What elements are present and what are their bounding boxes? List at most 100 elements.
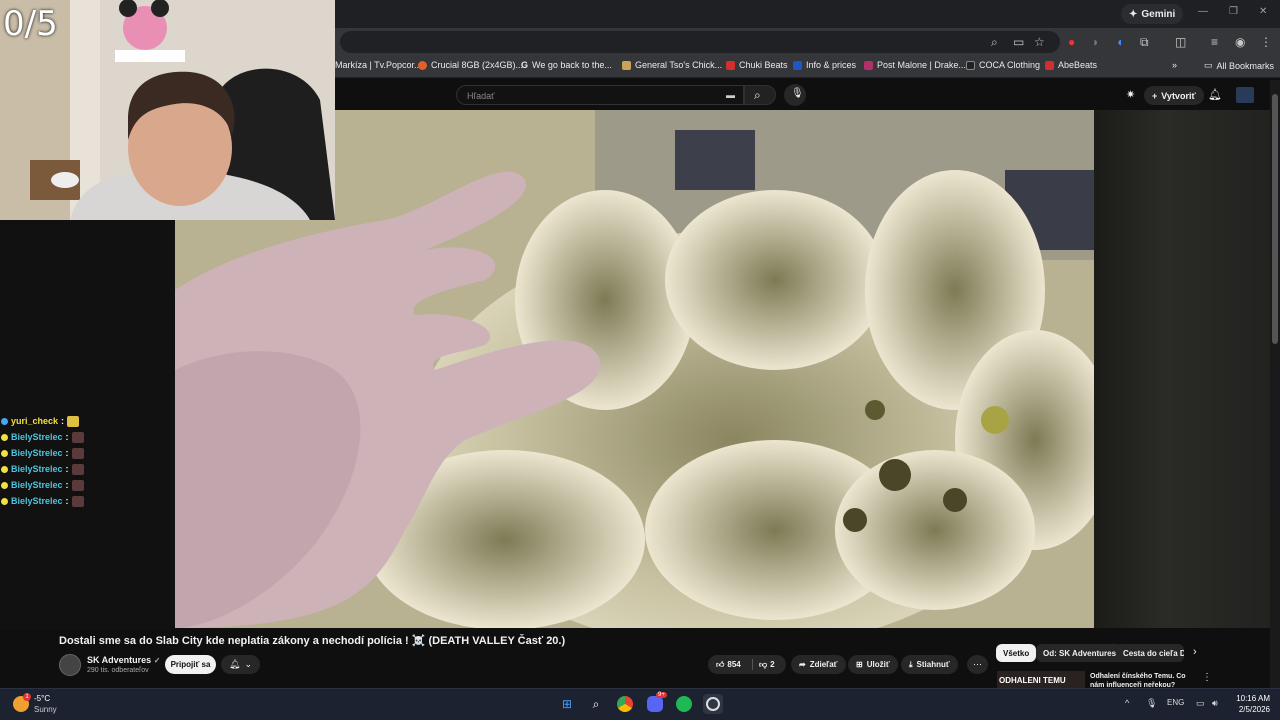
recommended-title[interactable]: Odhalení čínského Temu. Co nám influence… [1090, 672, 1190, 688]
bookmark-item[interactable]: Crucial 8GB (2x4GB)... [418, 60, 523, 70]
keyboard-icon[interactable]: ▬ [726, 90, 735, 100]
sidepanel-icon[interactable]: ◫ [1175, 35, 1186, 49]
minimize-icon[interactable]: — [1198, 6, 1208, 17]
temperature: -5°C [34, 694, 51, 703]
sparkle-icon[interactable]: ✷ [1126, 88, 1135, 101]
weather-description: Sunny [34, 705, 57, 714]
share-button[interactable]: ➦ Zdieľať [791, 655, 846, 674]
bookmark-item[interactable]: G We go back to the... [521, 60, 612, 70]
voice-search-button[interactable]: 🎙 [784, 84, 806, 106]
verified-icon: ✓ [153, 656, 161, 665]
volume-icon[interactable]: 🔊︎ [1212, 698, 1218, 709]
chat-badge-icon [1, 449, 8, 457]
stream-chat: yuri_check : BielyStrelec : BielyStrelec… [1, 413, 171, 509]
obs-icon[interactable] [703, 694, 723, 714]
download-button[interactable]: ⤓ Stiahnuť [901, 655, 958, 674]
save-playlist-icon: ⊞ [856, 660, 863, 669]
extension-red-icon[interactable]: ● [1068, 35, 1075, 49]
windows-start-icon[interactable]: ⊞ [557, 694, 577, 714]
notifications-bell-icon[interactable]: 🔔︎ [1208, 88, 1222, 101]
search-button[interactable]: ⌕ [744, 85, 776, 105]
bookmark-item[interactable]: Chuki Beats [726, 60, 788, 70]
menu-dots-icon[interactable]: ⋮ [1260, 35, 1272, 49]
zoom-icon[interactable]: ⌕ [991, 35, 998, 49]
gemini-button[interactable]: ✦ Gemini [1121, 4, 1184, 24]
extension-gray-icon[interactable]: ◗ [1092, 35, 1099, 49]
more-actions-icon[interactable]: ⋯ [967, 655, 988, 674]
close-icon[interactable]: ✕ [1259, 6, 1267, 17]
chat-badge-icon [1, 433, 8, 441]
chip-playlist[interactable]: Cesta do cieľa Do [1116, 644, 1184, 662]
subscription-bell-button[interactable]: 🔔︎ ⌄ [221, 655, 260, 674]
chat-badge-icon [1, 465, 8, 473]
discord-badge: 9+ [656, 692, 667, 698]
scrollbar-thumb[interactable] [1272, 94, 1278, 344]
join-button[interactable]: Pripojiť sa [165, 655, 216, 674]
bookmark-item[interactable]: Info & prices [793, 60, 856, 70]
chat-message: yuri_check : [1, 413, 171, 429]
chat-emote-icon [71, 495, 84, 507]
save-button[interactable]: ⊞ Uložiť [848, 655, 898, 674]
chip-all[interactable]: Všetko [996, 644, 1037, 662]
chat-emote-icon [71, 431, 84, 443]
profile-avatar-icon[interactable]: ◉ [1235, 35, 1245, 49]
bookmark-item[interactable]: General Tso's Chick... [622, 60, 722, 70]
account-avatar[interactable] [1236, 87, 1254, 103]
create-button[interactable]: + Vytvoriť [1144, 86, 1204, 105]
cast-icon[interactable]: ▭ [1013, 35, 1024, 49]
bookmark-star-icon[interactable]: ☆ [1034, 35, 1045, 49]
extension-blue-icon[interactable]: ◖ [1116, 35, 1123, 49]
bookmark-item[interactable]: AbeBeats [1045, 60, 1097, 70]
chevron-right-icon[interactable]: › [1193, 646, 1197, 658]
chat-message: BielyStrelec : [1, 477, 171, 493]
all-bookmarks[interactable]: ▭ All Bookmarks [1204, 60, 1274, 71]
search-icon: ⌕ [754, 88, 761, 102]
page-scrollbar[interactable] [1270, 80, 1280, 688]
video-title: Dostali sme sa do Slab City kde neplatia… [59, 635, 566, 647]
thumbs-down-icon: 👎︎ [759, 659, 768, 669]
channel-avatar[interactable] [59, 654, 81, 676]
spotify-icon[interactable] [674, 694, 694, 714]
windows-taskbar: 1 -5°C Sunny ⊞ ⌕ 9+ ^ 🎙 ENG ▭ 🔊︎ 10:16 A… [0, 688, 1280, 720]
chat-username: BielyStrelec [11, 432, 63, 442]
language-indicator[interactable]: ENG [1167, 698, 1184, 707]
bookmarks-overflow-icon[interactable]: » [1172, 60, 1177, 70]
bookmark-favicon [1045, 60, 1054, 70]
bookmark-favicon [418, 60, 427, 70]
google-icon: G [521, 60, 529, 70]
microphone-tray-icon[interactable]: 🎙 [1146, 698, 1157, 709]
weather-badge: 1 [23, 693, 31, 701]
url-field[interactable] [340, 31, 1060, 53]
dislike-button[interactable]: 👎︎ 2 [759, 655, 775, 674]
recommended-thumbnail[interactable]: ODHALENI TEMU [997, 671, 1085, 688]
channel-name[interactable]: SK Adventures ✓ [87, 655, 160, 665]
chip-from-channel[interactable]: Od: SK Adventures [1036, 644, 1124, 662]
clock-date: 2/5/2026 [1238, 705, 1270, 714]
bookmark-favicon [793, 60, 802, 70]
clock-time: 10:16 AM [1236, 694, 1270, 703]
search-input[interactable]: Hľadať [456, 85, 744, 105]
plus-icon: + [1152, 90, 1158, 101]
maximize-icon[interactable]: ❐ [1229, 6, 1238, 17]
like-button[interactable]: 👍︎ 854 [716, 655, 741, 674]
bookmark-favicon [966, 60, 975, 70]
network-icon[interactable]: ▭ [1196, 698, 1205, 709]
bookmark-item[interactable]: Markíza | Tv.Popcor... [335, 60, 422, 70]
divider [752, 659, 753, 670]
chat-badge-icon [1, 497, 8, 505]
tray-overflow-icon[interactable]: ^ [1125, 698, 1129, 708]
system-clock[interactable]: 10:16 AM 2/5/2026 [1230, 693, 1270, 715]
chat-message: BielyStrelec : [1, 429, 171, 445]
chat-emote-icon [67, 415, 80, 427]
search-icon[interactable]: ⌕ [586, 694, 606, 714]
chrome-icon[interactable] [615, 694, 635, 714]
extensions-puzzle-icon[interactable]: ⧉ [1140, 35, 1149, 49]
reco-menu-icon[interactable]: ⋮ [1202, 672, 1212, 683]
share-icon: ➦ [799, 660, 806, 669]
reading-list-icon[interactable]: ≡ [1211, 35, 1218, 49]
chat-username: BielyStrelec [11, 464, 63, 474]
like-dislike-group: 👍︎ 854 👎︎ 2 [708, 655, 786, 674]
bookmark-item[interactable]: Post Malone | Drake... [864, 60, 966, 70]
bookmark-item[interactable]: COCA Clothing [966, 60, 1040, 70]
microphone-icon: 🎙 [791, 88, 804, 99]
